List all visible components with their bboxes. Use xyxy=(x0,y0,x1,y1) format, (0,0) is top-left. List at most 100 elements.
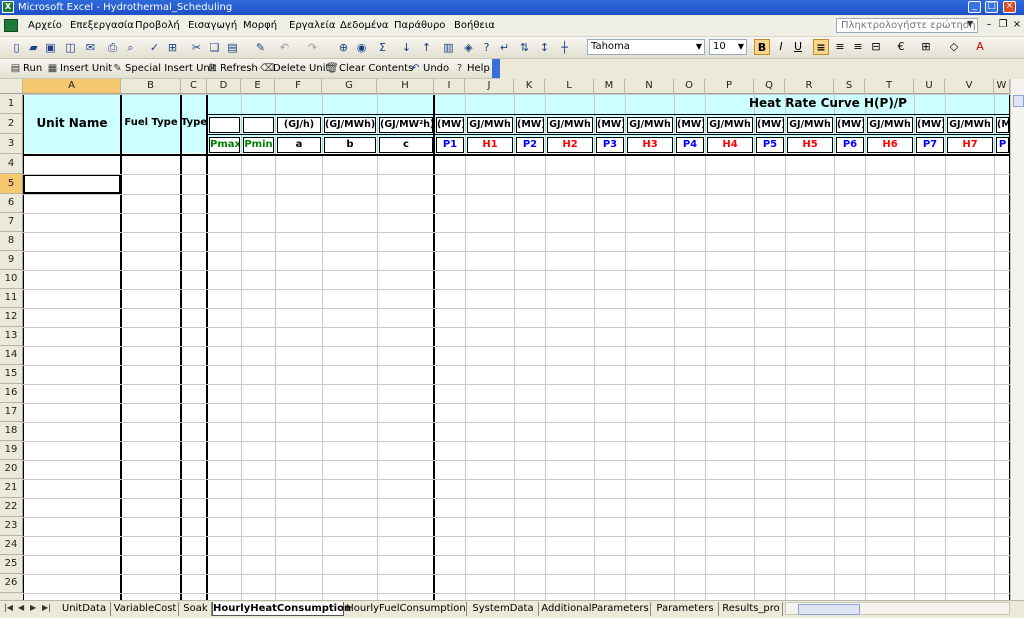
chart-wizard-icon[interactable]: ▥ xyxy=(442,41,455,54)
align-center-icon[interactable]: ≡ xyxy=(832,39,848,55)
unit-label-cell[interactable]: (MW) xyxy=(836,117,864,133)
row-header[interactable]: 14 xyxy=(0,346,23,365)
column-header[interactable]: G xyxy=(322,79,377,94)
save-icon[interactable]: ▣ xyxy=(44,41,57,54)
menu-window[interactable]: Παράθυρο xyxy=(394,19,445,33)
parameter-label-cell[interactable]: H1 xyxy=(467,137,513,153)
unit-label-cell[interactable]: (MW) xyxy=(516,117,544,133)
menu-edit[interactable]: Επεξεργασία xyxy=(70,19,134,33)
column-header[interactable]: H xyxy=(377,79,434,94)
drawing-icon[interactable]: ◈ xyxy=(462,41,475,54)
column-header[interactable]: S xyxy=(834,79,865,94)
undo-macro-button[interactable]: ↶ Undo xyxy=(410,61,449,76)
special-insert-unit-button[interactable]: ✎ Special Insert Unit xyxy=(112,61,216,76)
print-icon[interactable]: ⎙ xyxy=(106,41,119,54)
row-header[interactable]: 20 xyxy=(0,460,23,479)
parameter-label-cell[interactable]: H5 xyxy=(787,137,833,153)
row-header[interactable]: 22 xyxy=(0,498,23,517)
ask-question-input[interactable]: Πληκτρολογήστε ερώτηση xyxy=(836,18,978,33)
doc-restore-icon[interactable]: ❐ xyxy=(996,18,1010,32)
autosum-icon[interactable]: Σ xyxy=(376,41,389,54)
menu-data[interactable]: Δεδομένα xyxy=(340,19,388,33)
clear-contents-button[interactable]: 🗑Clear Contents xyxy=(326,61,413,76)
column-header[interactable]: L xyxy=(545,79,594,94)
unit-label-cell[interactable]: (MW) xyxy=(676,117,704,133)
row-header[interactable]: 4 xyxy=(0,154,23,174)
permission-icon[interactable]: ◫ xyxy=(64,41,77,54)
row-header[interactable]: 24 xyxy=(0,536,23,555)
parameter-label-cell[interactable]: Pmin xyxy=(243,137,274,153)
merge-center-icon[interactable]: ⊟ xyxy=(868,39,884,55)
unit-label-cell[interactable]: GJ/MWh xyxy=(627,117,673,133)
borders-icon[interactable]: ⊞ xyxy=(918,39,934,55)
parameter-label-cell[interactable]: P3 xyxy=(596,137,624,153)
cut-icon[interactable]: ✂ xyxy=(190,41,203,54)
borders-line-icon[interactable]: ┼ xyxy=(558,41,571,54)
unit-label-cell[interactable]: (MW) xyxy=(436,117,464,133)
active-cell-a5[interactable] xyxy=(23,174,121,194)
align-right-icon[interactable]: ≡ xyxy=(850,39,866,55)
row-header[interactable]: 12 xyxy=(0,308,23,327)
insert-symbol-icon[interactable]: ↵ xyxy=(498,41,511,54)
unit-label-cell[interactable]: GJ/MWh xyxy=(707,117,753,133)
worksheet-grid[interactable] xyxy=(23,94,1010,600)
sheet-tab-systemdata[interactable]: SystemData xyxy=(468,602,539,616)
underline-button[interactable]: U xyxy=(790,39,806,55)
web-icon[interactable]: ◉ xyxy=(355,41,368,54)
menu-view[interactable]: Προβολή xyxy=(135,19,180,33)
parameter-label-cell[interactable]: a xyxy=(277,137,321,153)
sheet-tab-unitdata[interactable]: UnitData xyxy=(58,602,111,616)
redo-icon[interactable]: ↷ xyxy=(306,41,319,54)
last-sheet-icon[interactable]: ▶| xyxy=(42,603,51,612)
row-header[interactable]: 7 xyxy=(0,213,23,232)
parameter-label-cell[interactable]: P2 xyxy=(516,137,544,153)
fill-color-icon[interactable]: ◇ xyxy=(946,39,962,55)
font-color-icon[interactable]: A xyxy=(972,39,988,55)
parameter-label-cell[interactable]: H4 xyxy=(707,137,753,153)
column-header[interactable]: B xyxy=(121,79,181,94)
row-header[interactable]: 5 xyxy=(0,174,23,194)
column-header[interactable]: K xyxy=(514,79,545,94)
parameter-label-cell[interactable]: P5 xyxy=(756,137,784,153)
open-icon[interactable]: ▰ xyxy=(27,41,40,54)
copy-icon[interactable]: ❏ xyxy=(208,41,221,54)
font-name-select[interactable]: Tahoma ▼ xyxy=(587,39,705,55)
menu-help[interactable]: Βοήθεια xyxy=(454,19,495,33)
parameter-label-cell[interactable]: P6 xyxy=(836,137,864,153)
spelling-icon[interactable]: ✓ xyxy=(148,41,161,54)
zoom-icon[interactable]: ⇅ xyxy=(518,41,531,54)
unit-label-cell[interactable]: GJ/MWh xyxy=(947,117,993,133)
currency-button[interactable]: € xyxy=(893,39,909,55)
unit-label-cell[interactable]: GJ/MWh xyxy=(787,117,833,133)
unit-label-cell[interactable]: (GJ/MW²h) xyxy=(379,117,433,133)
unit-label-cell[interactable]: GJ/MWh xyxy=(547,117,593,133)
column-header[interactable]: Q xyxy=(754,79,785,94)
unit-label-cell[interactable]: (GJ/h) xyxy=(277,117,321,133)
help-macro-button[interactable]: ? Help xyxy=(454,61,490,76)
sheet-tab-hourlyheatconsumption[interactable]: HourlyHeatConsumption xyxy=(212,602,351,616)
new-icon[interactable]: ▯ xyxy=(10,41,23,54)
sort-icon[interactable]: ↕ xyxy=(538,41,551,54)
toolbar-options-handle[interactable] xyxy=(492,59,500,78)
italic-button[interactable]: I xyxy=(773,39,789,55)
parameter-label-cell[interactable]: c xyxy=(379,137,433,153)
unit-label-cell[interactable] xyxy=(209,117,240,133)
align-left-icon[interactable]: ≡ xyxy=(813,39,829,55)
prev-sheet-icon[interactable]: ◀ xyxy=(18,603,24,612)
column-header[interactable]: F xyxy=(275,79,322,94)
row-header[interactable]: 17 xyxy=(0,403,23,422)
bold-button[interactable]: B xyxy=(754,39,770,55)
workbook-icon[interactable] xyxy=(4,19,18,32)
excel-app-icon[interactable]: X xyxy=(2,1,14,13)
column-header[interactable]: P xyxy=(705,79,754,94)
font-size-select[interactable]: 10 ▼ xyxy=(709,39,747,55)
select-all-corner[interactable] xyxy=(0,79,23,94)
maximize-button[interactable]: □ xyxy=(985,1,998,13)
sheet-tab-variablecost[interactable]: VariableCost xyxy=(112,602,179,616)
close-button[interactable]: × xyxy=(1003,1,1016,13)
print-preview-icon[interactable]: ⌕ xyxy=(124,41,137,54)
email-icon[interactable]: ✉ xyxy=(84,41,97,54)
parameter-label-cell[interactable]: H3 xyxy=(627,137,673,153)
unit-label-cell[interactable]: GJ/MWh xyxy=(867,117,913,133)
sheet-tab-additionalparameters[interactable]: AdditionalParameters xyxy=(540,602,651,616)
